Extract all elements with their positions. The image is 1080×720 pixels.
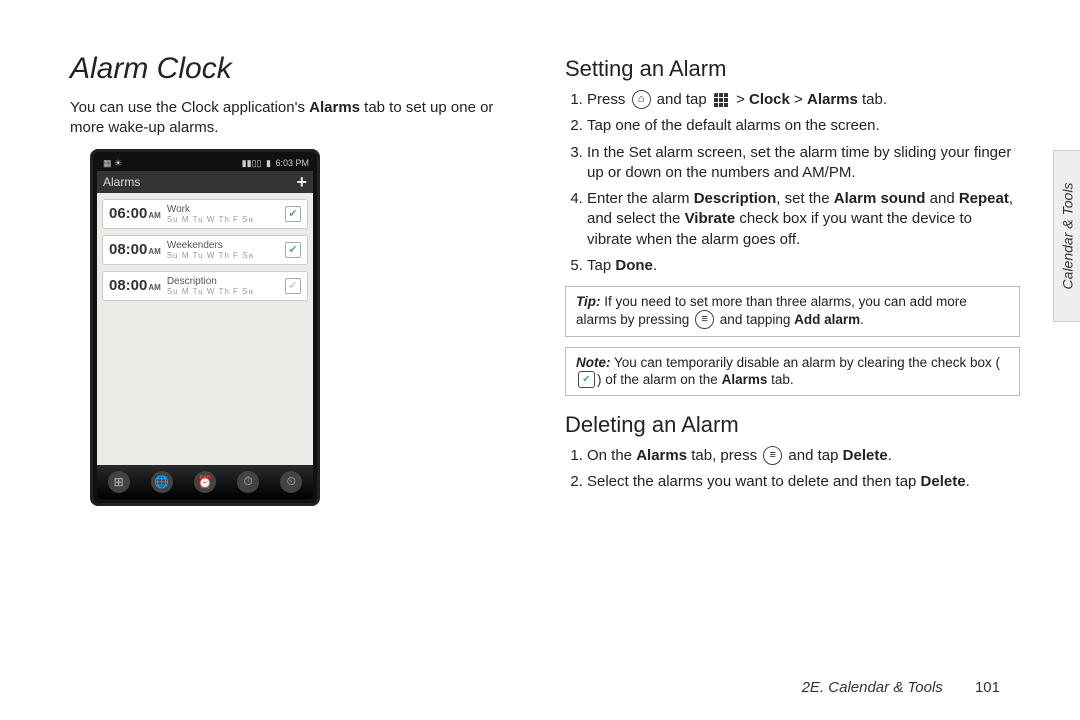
t: Delete xyxy=(843,447,888,464)
t: Select the alarms you want to delete and… xyxy=(587,473,921,490)
step-1: Press ⌂ and tap > Clock > Alarms tab. xyxy=(587,90,1020,110)
t: . xyxy=(888,447,892,464)
bottom-icon: 🌐 xyxy=(151,471,173,493)
alarm-days: Su M Tu W Th F Sa xyxy=(167,287,279,296)
t: , set the xyxy=(776,190,834,207)
note-callout: Note: You can temporarily disable an ala… xyxy=(565,347,1020,396)
phone-tabbar: Alarms + xyxy=(97,171,313,193)
signal-icon: ▮▮▯▯ xyxy=(242,158,262,168)
apps-grid-icon xyxy=(714,93,729,108)
tip-lead: Tip: xyxy=(576,294,601,309)
alarm-row: 06:00AM Work Su M Tu W Th F Sa ✔ xyxy=(102,199,308,229)
t: tab. xyxy=(858,91,887,108)
t: Alarms xyxy=(636,447,687,464)
bottom-icon: ⏱ xyxy=(237,471,259,493)
add-alarm-icon: + xyxy=(296,176,307,188)
alarm-ampm: AM xyxy=(148,247,160,256)
t: . xyxy=(860,312,864,327)
t: tab. xyxy=(767,372,793,387)
tip-callout: Tip: If you need to set more than three … xyxy=(565,286,1020,337)
t: . xyxy=(653,257,657,274)
alarm-label: Weekenders xyxy=(167,240,279,251)
step-2: Tap one of the default alarms on the scr… xyxy=(587,116,1020,136)
alarm-ampm: AM xyxy=(148,283,160,292)
alarm-checkbox: ✔ xyxy=(285,242,301,258)
status-left-icon: ▦ ☀ xyxy=(103,158,122,168)
step-3: In the Set alarm screen, set the alarm t… xyxy=(587,143,1020,184)
t: Repeat xyxy=(959,190,1009,207)
t: On the xyxy=(587,447,636,464)
step-4: Enter the alarm Description, set the Ala… xyxy=(587,189,1020,250)
deleting-steps: On the Alarms tab, press ≡ and tap Delet… xyxy=(565,446,1020,493)
t: Clock xyxy=(749,91,790,108)
t: Add alarm xyxy=(794,312,860,327)
t: . xyxy=(966,473,970,490)
note-lead: Note: xyxy=(576,355,611,370)
page-footer: 2E. Calendar & Tools 101 xyxy=(802,679,1000,696)
t: Vibrate xyxy=(685,210,736,227)
alarm-ampm: AM xyxy=(148,211,160,220)
alarm-row: 08:00AM Weekenders Su M Tu W Th F Sa ✔ xyxy=(102,235,308,265)
alarm-list: 06:00AM Work Su M Tu W Th F Sa ✔ 08:00AM… xyxy=(97,193,313,465)
home-button-icon: ⌂ xyxy=(632,90,651,109)
t: Press xyxy=(587,91,630,108)
t: Enter the alarm xyxy=(587,190,694,207)
menu-button-icon: ≡ xyxy=(763,446,782,465)
t: Alarm sound xyxy=(834,190,926,207)
dstep-2: Select the alarms you want to delete and… xyxy=(587,472,1020,492)
checkbox-icon: ✔ xyxy=(578,371,595,388)
side-tab-label: Calendar & Tools xyxy=(1059,183,1075,290)
t: Delete xyxy=(921,473,966,490)
intro-bold: Alarms xyxy=(309,99,360,116)
intro-text: You can use the Clock application's Alar… xyxy=(70,98,525,139)
step-5: Tap Done. xyxy=(587,256,1020,276)
dstep-1: On the Alarms tab, press ≡ and tap Delet… xyxy=(587,446,1020,466)
alarm-label: Work xyxy=(167,204,279,215)
bottom-icon: ⏲ xyxy=(280,471,302,493)
t: tab, press xyxy=(687,447,761,464)
bottom-icon: ⊞ xyxy=(108,471,130,493)
phone-mockup: ▦ ☀ ▮▮▯▯ ▮ 6:03 PM Alarms + 06:00AM Work… xyxy=(90,149,320,506)
heading-deleting-alarm: Deleting an Alarm xyxy=(565,412,1020,438)
t: and xyxy=(925,190,958,207)
alarm-days: Su M Tu W Th F Sa xyxy=(167,251,279,260)
t: and tap xyxy=(784,447,842,464)
t: Done xyxy=(615,257,653,274)
alarm-label: Description xyxy=(167,276,279,287)
t: ) of the alarm on the xyxy=(597,372,722,387)
alarm-checkbox: ✔ xyxy=(285,278,301,294)
footer-section: 2E. Calendar & Tools xyxy=(802,679,943,696)
t: You can temporarily disable an alarm by … xyxy=(614,355,1000,370)
heading-setting-alarm: Setting an Alarm xyxy=(565,56,1020,82)
setting-steps: Press ⌂ and tap > Clock > Alarms tab. Ta… xyxy=(565,90,1020,276)
side-tab: Calendar & Tools xyxy=(1053,150,1080,322)
phone-bottombar: ⊞ 🌐 ⏰ ⏱ ⏲ xyxy=(97,465,313,499)
alarm-checkbox: ✔ xyxy=(285,206,301,222)
alarm-time: 08:00 xyxy=(109,241,147,258)
alarms-tab-label: Alarms xyxy=(103,175,140,189)
battery-icon: ▮ xyxy=(266,158,271,168)
t: and tap xyxy=(653,91,711,108)
t: Alarms xyxy=(807,91,858,108)
alarm-row: 08:00AM Description Su M Tu W Th F Sa ✔ xyxy=(102,271,308,301)
alarm-days: Su M Tu W Th F Sa xyxy=(167,215,279,224)
t: and tapping xyxy=(716,312,794,327)
t: > xyxy=(790,91,807,108)
menu-button-icon: ≡ xyxy=(695,310,714,329)
t: Tap xyxy=(587,257,615,274)
t: Alarms xyxy=(722,372,768,387)
alarm-time: 08:00 xyxy=(109,277,147,294)
page-number: 101 xyxy=(975,679,1000,696)
bottom-icon: ⏰ xyxy=(194,471,216,493)
alarm-time: 06:00 xyxy=(109,205,147,222)
page-title: Alarm Clock xyxy=(70,52,525,86)
t: > xyxy=(732,91,749,108)
phone-statusbar: ▦ ☀ ▮▮▯▯ ▮ 6:03 PM xyxy=(97,156,313,171)
status-time: 6:03 PM xyxy=(275,158,309,168)
intro-a: You can use the Clock application's xyxy=(70,99,309,116)
t: Description xyxy=(694,190,777,207)
